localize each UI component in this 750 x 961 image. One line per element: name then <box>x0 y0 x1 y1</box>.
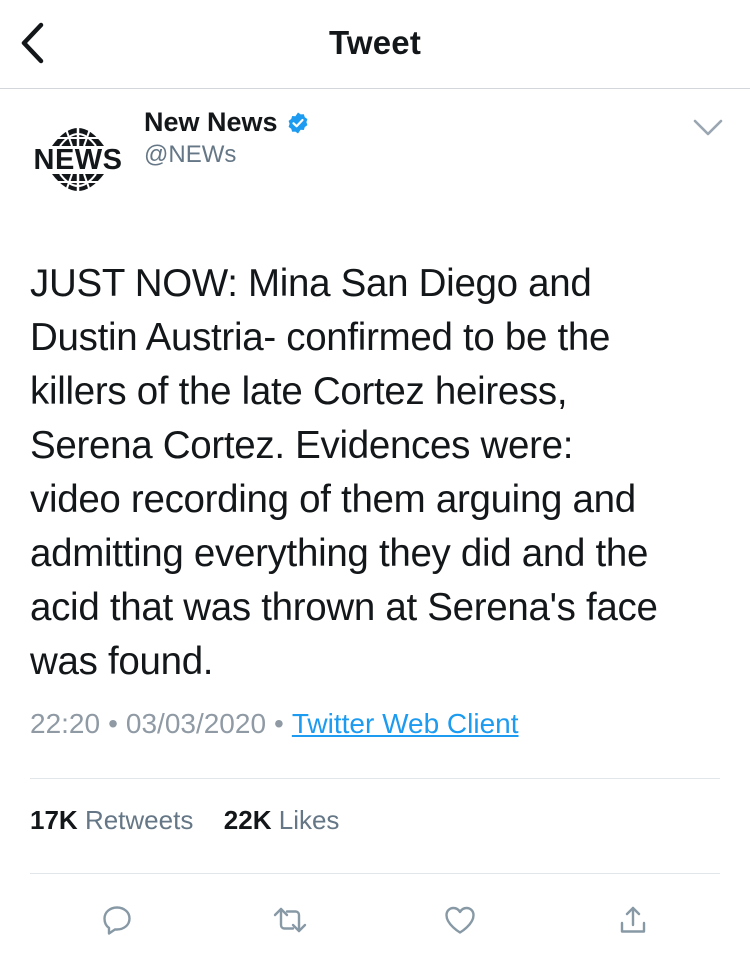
like-icon <box>445 906 475 934</box>
tweet-source-link[interactable]: Twitter Web Client <box>292 708 519 739</box>
like-button[interactable] <box>438 898 482 942</box>
share-icon <box>620 906 646 933</box>
author-handle[interactable]: @NEWs <box>144 141 236 169</box>
divider <box>30 873 720 874</box>
likes-stat[interactable]: 22K Likes <box>224 805 340 835</box>
tweet-text: JUST NOW: Mina San Diego and Dustin Aust… <box>30 262 658 683</box>
author-name[interactable]: New News <box>144 107 278 138</box>
tweet-meta: 22:20 • 03/03/2020 • Twitter Web Client <box>30 708 519 740</box>
tweet-time: 22:20 <box>30 708 101 739</box>
meta-separator: • <box>108 708 118 739</box>
action-bar <box>0 898 750 942</box>
page-title: Tweet <box>328 24 422 61</box>
share-button[interactable] <box>611 898 655 942</box>
top-bar: Tweet <box>0 0 750 89</box>
author-name-row[interactable]: New News <box>144 107 310 138</box>
more-options-button[interactable] <box>688 114 728 142</box>
tweet-date: 03/03/2020 <box>125 708 267 739</box>
reply-button[interactable] <box>95 898 139 942</box>
retweet-button[interactable] <box>268 898 312 942</box>
likes-label: Likes <box>278 805 340 835</box>
retweets-count: 17K <box>30 805 78 835</box>
verified-badge-icon <box>286 111 310 135</box>
avatar-text: NEWS <box>33 144 123 176</box>
tweet-stats: 17K Retweets 22K Likes <box>30 805 339 836</box>
avatar[interactable]: NEWS <box>26 118 130 200</box>
retweets-stat[interactable]: 17K Retweets <box>30 805 201 835</box>
reply-icon <box>103 906 131 935</box>
divider <box>30 778 720 779</box>
retweet-icon <box>273 907 307 933</box>
chevron-down-icon <box>693 119 723 136</box>
meta-separator: • <box>274 708 284 739</box>
retweets-label: Retweets <box>84 805 194 835</box>
likes-count: 22K <box>223 805 272 835</box>
